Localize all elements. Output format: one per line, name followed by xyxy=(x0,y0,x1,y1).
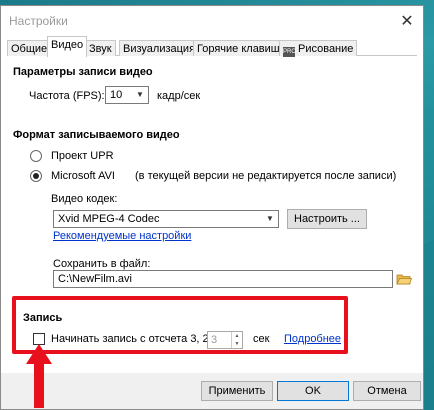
fps-label: Частота (FPS): xyxy=(29,90,105,102)
spinner-arrows-icon[interactable]: ▲ ▼ xyxy=(231,332,242,348)
tab-general[interactable]: Общие xyxy=(7,40,52,56)
fps-unit: кадр/сек xyxy=(157,90,201,102)
radio-avi-label: Microsoft AVI xyxy=(51,170,115,182)
countdown-spinner[interactable]: 3 ▲ ▼ xyxy=(207,331,243,349)
dialog-footer: Применить OK Отмена xyxy=(1,373,423,409)
tab-sound[interactable]: Звук xyxy=(85,40,116,56)
cancel-button[interactable]: Отмена xyxy=(353,381,421,401)
fps-value: 10 xyxy=(110,89,123,101)
folder-open-icon[interactable] xyxy=(395,270,413,288)
more-info-link[interactable]: Подробнее xyxy=(284,333,341,345)
codec-label: Видео кодек: xyxy=(51,193,118,205)
settings-window: Настройки ✕ Общие Видео Звук Визуализаци… xyxy=(0,5,424,410)
ok-button[interactable]: OK xyxy=(277,381,349,401)
chevron-down-icon: ▼ xyxy=(266,214,274,223)
tab-strip: Общие Видео Звук Визуализация Горячие кл… xyxy=(7,36,417,57)
radio-upr-label: Проект UPR xyxy=(51,150,114,162)
radio-avi-note: (в текущей версии не редактируется после… xyxy=(135,170,397,182)
title-bar: Настройки ✕ xyxy=(1,6,423,36)
tab-video[interactable]: Видео xyxy=(47,36,88,57)
video-tab-panel: Параметры записи видео Частота (FPS): 10… xyxy=(11,56,413,373)
radio-upr[interactable] xyxy=(30,150,42,162)
recording-title: Запись xyxy=(23,312,63,324)
window-title: Настройки xyxy=(9,14,68,28)
codec-select[interactable]: Xvid MPEG-4 Codec ▼ xyxy=(53,210,279,228)
codec-value: Xvid MPEG-4 Codec xyxy=(58,213,160,225)
countdown-checkbox[interactable] xyxy=(33,333,45,345)
chevron-down-icon: ▼ xyxy=(136,90,144,99)
format-title: Формат записываемого видео xyxy=(13,129,180,141)
save-path-field[interactable]: C:\NewFilm.avi xyxy=(53,270,393,288)
tab-visualization[interactable]: Визуализация xyxy=(119,40,200,56)
countdown-label: Начинать запись с отсчета 3, 2, 1 xyxy=(51,333,221,345)
configure-button[interactable]: Настроить ... xyxy=(287,209,367,229)
close-icon[interactable]: ✕ xyxy=(395,10,419,32)
tab-hotkeys[interactable]: Горячие клавиши xyxy=(193,40,290,56)
tab-drawing[interactable]: PRO Рисование xyxy=(279,40,358,57)
save-file-label: Сохранить в файл: xyxy=(53,258,151,270)
recommended-settings-link[interactable]: Рекомендуемые настройки xyxy=(53,230,191,242)
tab-drawing-label: Рисование xyxy=(298,43,354,55)
apply-button[interactable]: Применить xyxy=(201,381,273,401)
video-params-title: Параметры записи видео xyxy=(13,66,153,78)
countdown-unit: сек xyxy=(253,333,270,345)
countdown-value: 3 xyxy=(211,334,218,346)
fps-select[interactable]: 10 ▼ xyxy=(105,86,149,104)
radio-avi[interactable] xyxy=(30,170,42,182)
